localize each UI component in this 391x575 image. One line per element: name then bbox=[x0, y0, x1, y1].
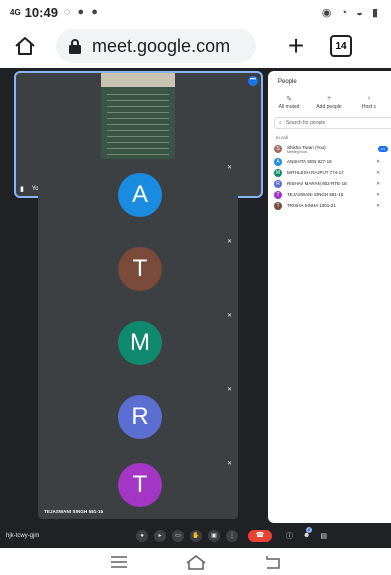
info-button[interactable]: ⓘ bbox=[286, 531, 293, 541]
people-icon: ☻ bbox=[303, 532, 311, 539]
more-vert-icon: ⋮ bbox=[229, 532, 235, 539]
mic-off-icon: ✕ bbox=[376, 180, 381, 187]
chat-icon: ▤ bbox=[320, 532, 327, 540]
list-item[interactable]: M MITHLESH RAJPUT 774-17 ✕ bbox=[274, 167, 391, 178]
mic-off-icon: ✕ bbox=[376, 158, 381, 165]
list-item[interactable]: T TRISHA SINHA 1001-21 ✕ bbox=[274, 200, 391, 211]
home-icon bbox=[15, 37, 35, 55]
raise-hand-button[interactable]: ✋ bbox=[190, 529, 202, 542]
mute-all-button[interactable]: ✎ All muted bbox=[272, 95, 306, 110]
avatar: T bbox=[118, 247, 162, 291]
notification-icons: ◌ ● ● bbox=[63, 6, 100, 18]
camera-button[interactable]: ▸ bbox=[154, 529, 166, 542]
system-icons: ◉ ◔ ◒ ▮ bbox=[321, 6, 381, 19]
people-button[interactable]: ☻ 6 bbox=[303, 527, 313, 539]
search-icon: ⌕ bbox=[279, 120, 282, 126]
participant-name: TRISHA SINHA 1001-21 bbox=[287, 203, 336, 208]
captions-icon: ▭ bbox=[175, 532, 181, 539]
info-icon: ⓘ bbox=[286, 532, 293, 540]
mic-off-icon: ✕ bbox=[376, 169, 381, 176]
recents-button[interactable] bbox=[107, 554, 131, 570]
mic-button[interactable]: ● bbox=[136, 529, 148, 542]
add-person-icon: + bbox=[326, 95, 332, 102]
meeting-code: hjk-tcwy-gjm bbox=[6, 532, 40, 539]
host-controls-button[interactable]: ‹ Host c bbox=[352, 95, 386, 110]
participant-name: TEJASWANI SINGH 581-15 bbox=[287, 192, 344, 197]
people-search-input[interactable]: ⌕ Search for people bbox=[274, 117, 391, 129]
mic-off-icon: ✎ bbox=[286, 96, 292, 103]
avatar: M bbox=[118, 321, 162, 365]
leave-call-button[interactable]: ☎ bbox=[248, 529, 272, 542]
home-icon bbox=[186, 554, 205, 570]
avatar: S bbox=[274, 145, 282, 153]
participant-name: TEJASWANI SINGH 581-15 bbox=[44, 509, 104, 514]
hangup-icon: ☎ bbox=[255, 531, 265, 539]
lock-icon bbox=[69, 39, 81, 54]
tab-switcher-button[interactable]: 14 bbox=[330, 35, 352, 57]
screen: 4G 10:49 ◌ ● ● ◉ ◔ ◒ ▮ meet.google.com +… bbox=[0, 0, 391, 575]
mic-icon: ● bbox=[140, 532, 144, 539]
avatar: T bbox=[118, 463, 162, 507]
participant-name: MITHLESH RAJPUT 774-17 bbox=[287, 170, 344, 175]
new-tab-button[interactable]: + bbox=[284, 32, 308, 60]
list-item[interactable]: R RISHAV MARAN 902-RTE-18 ✕ bbox=[274, 178, 391, 189]
chat-button[interactable]: ▤ bbox=[320, 532, 327, 540]
mic-off-icon: ✕ bbox=[376, 202, 381, 209]
captions-button[interactable]: ▭ bbox=[172, 529, 184, 542]
system-nav-bar bbox=[0, 548, 391, 575]
clock: 10:49 bbox=[24, 4, 58, 20]
list-item[interactable]: A ANSHITA SEN 927-19 ✕ bbox=[274, 156, 391, 167]
browser-toolbar: meet.google.com + 14 bbox=[0, 24, 391, 68]
participant-count-badge: 6 bbox=[306, 527, 313, 533]
avatar: R bbox=[118, 395, 162, 439]
avatar: T bbox=[274, 190, 282, 199]
participant-list: S Shikha Tiwari (You) Meeting host ••• A… bbox=[274, 142, 391, 211]
mic-off-icon: ✕ bbox=[226, 239, 232, 245]
self-tile-more-button[interactable]: ••• bbox=[248, 76, 258, 86]
present-button[interactable]: ▣ bbox=[208, 529, 220, 542]
participant-name: RISHAV MARAN 902-RTE-18 bbox=[287, 181, 347, 186]
participant-name: Shikha Tiwari (You) bbox=[287, 144, 326, 150]
address-bar[interactable]: meet.google.com bbox=[56, 29, 256, 63]
avatar: A bbox=[274, 157, 282, 166]
present-icon: ▣ bbox=[211, 532, 217, 539]
camera-icon: ▸ bbox=[158, 532, 162, 539]
url-text: meet.google.com bbox=[92, 35, 231, 56]
back-icon bbox=[265, 555, 280, 569]
in-call-section-label: In call bbox=[276, 135, 288, 140]
signal-indicator: 4G bbox=[10, 7, 21, 17]
home-button[interactable] bbox=[10, 31, 40, 61]
people-panel-title: People bbox=[278, 79, 297, 85]
shield-icon: ‹ bbox=[367, 95, 371, 102]
hand-icon: ✋ bbox=[192, 532, 200, 539]
home-nav-button[interactable] bbox=[184, 554, 208, 570]
mic-off-icon: ✕ bbox=[226, 165, 232, 171]
meet-control-bar: hjk-tcwy-gjm ● ▸ ▭ ✋ ▣ ⋮ ☎ ⓘ ☻ 6 ▤ bbox=[0, 523, 391, 548]
participant-name: ANSHITA SEN 927-19 bbox=[287, 159, 332, 164]
list-item[interactable]: S Shikha Tiwari (You) Meeting host ••• bbox=[274, 142, 391, 156]
pin-icon: ▮ bbox=[20, 186, 24, 193]
avatar: A bbox=[118, 173, 162, 217]
add-people-button[interactable]: + Add people bbox=[312, 95, 346, 110]
people-actions: ✎ All muted + Add people ‹ Host c bbox=[272, 95, 386, 110]
avatar: M bbox=[274, 168, 282, 177]
list-item[interactable]: T TEJASWANI SINGH 581-15 ✕ bbox=[274, 189, 391, 200]
mic-off-icon: ✕ bbox=[226, 313, 232, 319]
back-button[interactable] bbox=[261, 554, 285, 570]
participant-role: Meeting host bbox=[287, 149, 308, 154]
recents-icon bbox=[110, 555, 127, 568]
more-options-button[interactable]: ⋮ bbox=[226, 529, 238, 542]
mic-off-icon: ✕ bbox=[226, 461, 232, 467]
avatar: R bbox=[274, 179, 282, 188]
mic-off-icon: ✕ bbox=[376, 191, 381, 198]
participant-tile[interactable]: ✕ T TEJASWANI SINGH 581-15 bbox=[38, 455, 238, 519]
avatar: T bbox=[274, 201, 282, 210]
people-panel: People ✎ All muted + Add people ‹ Host c… bbox=[268, 71, 391, 523]
status-bar: 4G 10:49 ◌ ● ● ◉ ◔ ◒ ▮ bbox=[0, 0, 391, 24]
mic-off-icon: ✕ bbox=[226, 387, 232, 393]
more-options-button[interactable]: ••• bbox=[378, 146, 388, 152]
meet-area: ••• ▮ You ✕ A ANSHITA SEN 927-19 ✕ T TRI… bbox=[0, 68, 391, 548]
